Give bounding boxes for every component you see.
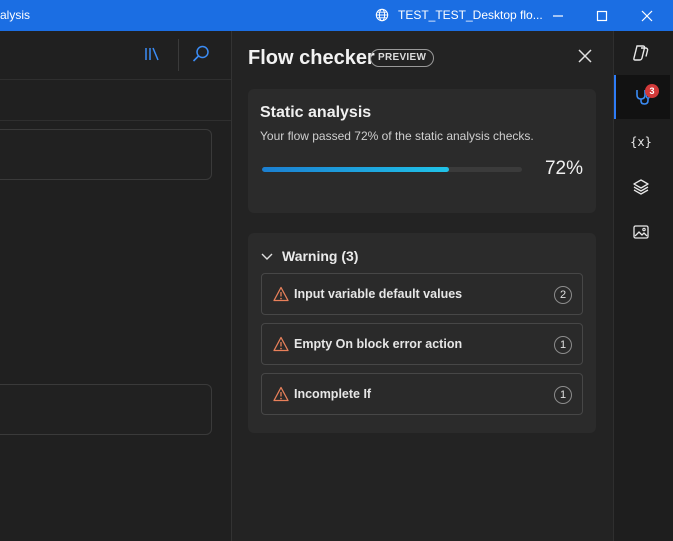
warning-icon [273, 386, 289, 402]
static-analysis-summary: Your flow passed 72% of the static analy… [260, 129, 534, 143]
progress-fill [262, 167, 450, 172]
warning-label: Empty On block error action [294, 337, 463, 351]
title-bar: alysis TEST_TEST_Desktop flo... [0, 0, 673, 31]
warning-item[interactable]: Empty On block error action 1 [261, 323, 583, 365]
close-icon[interactable] [576, 47, 594, 65]
action-block[interactable] [0, 384, 212, 435]
warning-label: Input variable default values [294, 287, 463, 301]
static-analysis-card: Static analysis Your flow passed 72% of … [248, 89, 596, 213]
window-title-fragment: alysis [0, 8, 31, 22]
notification-badge: 3 [645, 84, 659, 98]
search-icon[interactable] [191, 44, 211, 64]
warning-count: 2 [554, 286, 572, 304]
designer-toolbar [0, 31, 231, 80]
minimize-icon [553, 14, 563, 17]
library-icon[interactable] [143, 45, 161, 63]
flow-checker-panel: Flow checker PREVIEW Static analysis You… [232, 31, 613, 541]
progress-bar [262, 167, 522, 172]
side-rail: 3 {x} [614, 31, 673, 541]
warnings-card: Warning (3) Input variable default value… [248, 233, 596, 433]
warning-item[interactable]: Input variable default values 2 [261, 273, 583, 315]
warning-label: Incomplete If [294, 387, 372, 401]
toolbar-divider [178, 39, 179, 71]
warning-group-title: Warning (3) [282, 248, 359, 264]
images-icon [633, 225, 649, 239]
warning-group-header[interactable]: Warning (3) [260, 247, 358, 265]
copilot-button[interactable] [614, 31, 668, 75]
warning-item[interactable]: Incomplete If 1 [261, 373, 583, 415]
preview-badge: PREVIEW [370, 49, 435, 67]
warning-icon [273, 286, 289, 302]
variables-icon: {x} [630, 135, 652, 149]
static-analysis-title: Static analysis [260, 104, 372, 121]
images-button[interactable] [614, 210, 668, 254]
maximize-button[interactable] [580, 0, 624, 31]
chevron-down-icon [261, 253, 273, 260]
globe-icon [375, 8, 389, 22]
action-block[interactable] [0, 129, 212, 180]
layers-icon [633, 179, 649, 195]
designer-pane [0, 31, 231, 541]
maximize-icon [596, 10, 608, 21]
copilot-icon [633, 45, 649, 61]
warning-icon [273, 336, 289, 352]
warning-count: 1 [554, 386, 572, 404]
minimize-button[interactable] [536, 0, 580, 31]
warning-count: 1 [554, 336, 572, 354]
document-title: TEST_TEST_Desktop flo... [398, 8, 543, 22]
close-icon [641, 10, 653, 21]
panel-title: Flow checker [248, 47, 375, 69]
flow-checker-button[interactable]: 3 [614, 75, 670, 119]
variables-button[interactable]: {x} [614, 120, 668, 164]
designer-subbar [0, 80, 231, 121]
ui-elements-button[interactable] [614, 165, 668, 209]
progress-percent: 72% [544, 158, 583, 179]
window-close-button[interactable] [625, 0, 669, 31]
